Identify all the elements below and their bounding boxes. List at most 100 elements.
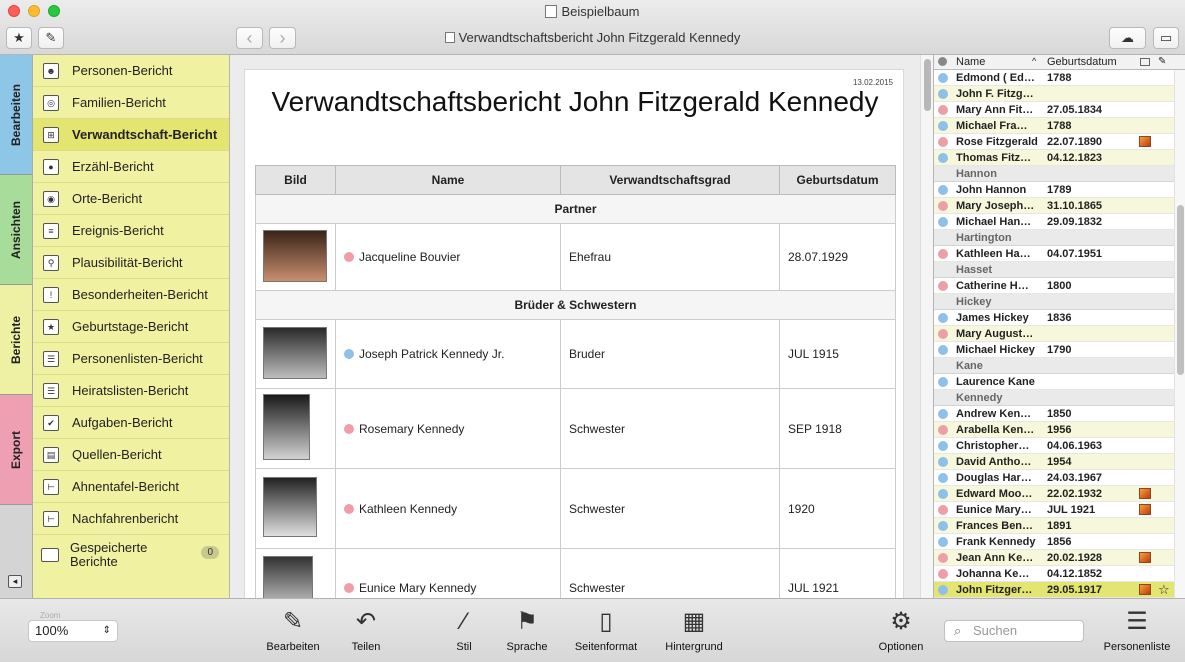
sidebar-item-label: Quellen-Bericht (72, 447, 162, 462)
marriage-list-icon: ☰ (43, 382, 59, 399)
tab-ansichten[interactable]: Ansichten (0, 175, 32, 285)
person-list-row[interactable]: David Antho… 1954 (934, 454, 1174, 470)
sidebar-item-personen-bericht[interactable]: ☻ Personen-Bericht (33, 55, 229, 87)
sidebar-item-heiratslisten-bericht[interactable]: ☰ Heiratslisten-Bericht (33, 375, 229, 407)
female-dot-icon (344, 423, 354, 434)
gender-column-icon[interactable] (938, 57, 947, 66)
person-name: Joseph Patrick Kennedy Jr. (359, 347, 505, 361)
share-button[interactable]: ↶ Teilen (326, 607, 406, 653)
person-birth: 1856 (1047, 536, 1072, 548)
person-list-row[interactable]: John Fitzger… 29.05.1917 ☆ (934, 582, 1174, 598)
sidebar-item-plausibilitaet-bericht[interactable]: ⚲ Plausibilität-Bericht (33, 247, 229, 279)
person-list-row[interactable]: Douglas Har… 24.03.1967 (934, 470, 1174, 486)
person-list-row[interactable]: Mary Ann Fit… 27.05.1834 (934, 102, 1174, 118)
layout-toggle-button[interactable]: ▭ (1153, 27, 1179, 49)
sidebar-item-aufgaben-bericht[interactable]: ✔ Aufgaben-Bericht (33, 407, 229, 439)
person-list-row[interactable]: Eunice Mary… JUL 1921 (934, 502, 1174, 518)
person-list-row[interactable]: Edmond ( Ed… 1788 (934, 70, 1174, 86)
table-row[interactable]: Rosemary Kennedy Schwester SEP 1918 (255, 388, 896, 469)
person-birth: 20.02.1928 (1047, 552, 1103, 564)
person-birth: 1788 (1047, 120, 1072, 132)
person-list-row[interactable]: Mary Joseph… 31.10.1865 (934, 198, 1174, 214)
sidebar-item-geburtstage-bericht[interactable]: ★ Geburtstage-Bericht (33, 311, 229, 343)
options-button[interactable]: ⚙ Optionen (861, 607, 941, 653)
person-list-row[interactable]: Kathleen Ha… 04.07.1951 (934, 246, 1174, 262)
relation-cell: Schwester (560, 548, 780, 598)
person-list-row[interactable]: James Hickey 1836 (934, 310, 1174, 326)
person-list-row[interactable]: Andrew Ken… 1850 (934, 406, 1174, 422)
sidebar-item-verwandtschaft-bericht[interactable]: ⊞ Verwandtschaft-Bericht (33, 119, 229, 151)
person-birth: 1789 (1047, 184, 1072, 196)
person-name: James Hickey (956, 312, 1029, 324)
zoom-label: Zoom (40, 611, 61, 620)
tab-bearbeiten[interactable]: Bearbeiten (0, 55, 32, 175)
person-list-toggle-button[interactable]: ☰ Personenliste (1097, 607, 1177, 653)
search-input[interactable]: ⌕ Suchen (944, 620, 1084, 642)
person-list-row[interactable]: Frances Ben… 1891 (934, 518, 1174, 534)
page-format-button[interactable]: ▯ Seitenformat (566, 607, 646, 653)
zoom-select[interactable]: 100% ⇕ (28, 620, 118, 642)
family-report-icon: ◎ (43, 94, 59, 111)
person-list-row[interactable]: Rose Fitzgerald 22.07.1890 (934, 134, 1174, 150)
person-list-scroll-thumb[interactable] (1177, 205, 1184, 375)
male-dot-icon (938, 537, 948, 547)
table-row[interactable]: Jacqueline Bouvier Ehefrau 28.07.1929 (255, 223, 896, 291)
table-row[interactable]: Joseph Patrick Kennedy Jr. Bruder JUL 19… (255, 319, 896, 389)
edit-button[interactable]: ✎ Bearbeiten (253, 607, 333, 653)
report-scrollbar[interactable] (920, 55, 933, 598)
table-row[interactable]: Kathleen Kennedy Schwester 1920 (255, 468, 896, 549)
sidebar-item-nachfahrenbericht[interactable]: ⊢ Nachfahrenbericht (33, 503, 229, 535)
tag-column-icon: ✎ (1158, 56, 1167, 67)
person-list-row[interactable]: John Hannon 1789 (934, 182, 1174, 198)
star-icon[interactable]: ☆ (1158, 582, 1170, 598)
sidebar-item-familien-bericht[interactable]: ◎ Familien-Bericht (33, 87, 229, 119)
person-list-row[interactable]: Michael Hickey 1790 (934, 342, 1174, 358)
person-list-row[interactable]: Jean Ann Ke… 20.02.1928 (934, 550, 1174, 566)
sidebar-item-orte-bericht[interactable]: ◉ Orte-Bericht (33, 183, 229, 215)
person-list-row[interactable]: Arabella Ken… 1956 (934, 422, 1174, 438)
sidebar-item-label: Besonderheiten-Bericht (72, 287, 208, 302)
photo-thumbnail-icon (1139, 136, 1151, 147)
sidebar-item-ereignis-bericht[interactable]: ≡ Ereignis-Bericht (33, 215, 229, 247)
table-row[interactable]: Eunice Mary Kennedy Schwester JUL 1921 (255, 548, 896, 598)
person-list-row[interactable]: Laurence Kane (934, 374, 1174, 390)
sidebar-item-saved-reports[interactable]: Gespeicherte Berichte 0 (33, 535, 229, 575)
column-header-name[interactable]: Name (956, 56, 985, 68)
male-dot-icon (938, 313, 948, 323)
person-list-row[interactable]: Catherine H… 1800 (934, 278, 1174, 294)
sidebar-item-besonderheiten-bericht[interactable]: ! Besonderheiten-Bericht (33, 279, 229, 311)
person-list-row[interactable]: Johanna Ke… 04.12.1852 (934, 566, 1174, 582)
collapse-sidebar-button[interactable]: ◂ (8, 575, 22, 588)
person-list-scrollbar[interactable] (1174, 70, 1185, 598)
male-dot-icon (938, 121, 948, 131)
person-list-row[interactable]: Christopher… 04.06.1963 (934, 438, 1174, 454)
column-header-birth[interactable]: Geburtsdatum (1047, 56, 1117, 68)
language-button[interactable]: ⚑ Sprache (487, 607, 567, 653)
sidebar-item-label: Orte-Bericht (72, 191, 143, 206)
sidebar-item-erzaehl-bericht[interactable]: ● Erzähl-Bericht (33, 151, 229, 183)
person-list-row[interactable]: Michael Han… 29.09.1832 (934, 214, 1174, 230)
person-list-row[interactable]: Frank Kennedy 1856 (934, 534, 1174, 550)
share-arrow-icon: ↶ (355, 608, 377, 635)
person-list-row[interactable]: Michael Fra… 1788 (934, 118, 1174, 134)
person-list-row[interactable]: John F. Fitzg… (934, 86, 1174, 102)
person-name: Michael Fra… (956, 120, 1028, 132)
person-list-row[interactable]: Thomas Fitz… 04.12.1823 (934, 150, 1174, 166)
report-view[interactable]: 13.02.2015 Verwandtschaftsbericht John F… (230, 55, 920, 598)
report-scroll-thumb[interactable] (924, 59, 931, 111)
tab-export[interactable]: Export (0, 395, 32, 505)
person-list-row[interactable]: Mary August… (934, 326, 1174, 342)
sidebar-item-ahnentafel-bericht[interactable]: ⊢ Ahnentafel-Bericht (33, 471, 229, 503)
name-cell: Rosemary Kennedy (335, 388, 561, 469)
person-birth: 29.09.1832 (1047, 216, 1103, 228)
person-list-row[interactable]: Edward Moo… 22.02.1932 (934, 486, 1174, 502)
male-dot-icon (938, 585, 948, 595)
cloud-button[interactable]: ☁ (1109, 27, 1146, 49)
exclamation-icon: ! (43, 286, 59, 303)
sidebar-item-personenlisten-bericht[interactable]: ☰ Personenlisten-Bericht (33, 343, 229, 375)
tab-berichte[interactable]: Berichte (0, 285, 32, 395)
column-header-birth: Geburtsdatum (779, 165, 896, 195)
section-title: Brüder & Schwestern (255, 290, 896, 320)
background-button[interactable]: ▦ Hintergrund (654, 607, 734, 653)
sidebar-item-quellen-bericht[interactable]: ▤ Quellen-Bericht (33, 439, 229, 471)
